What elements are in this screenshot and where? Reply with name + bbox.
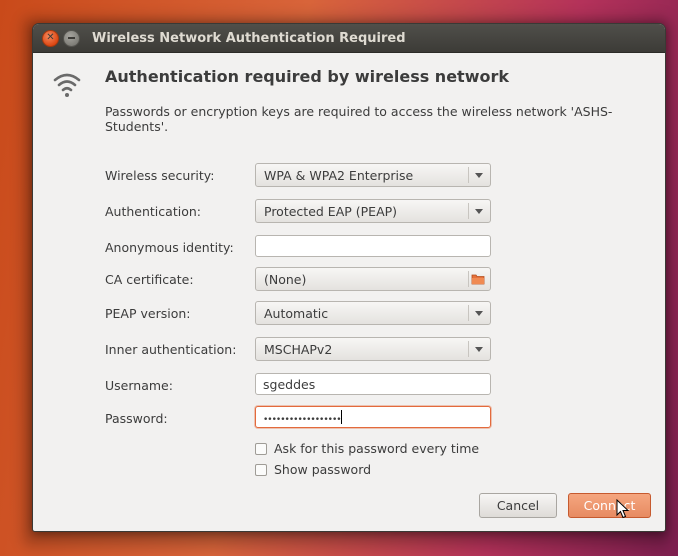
peap-version-dropdown[interactable]: Automatic [255,301,491,325]
username-row: Username: sgeddes [105,373,505,399]
inner-authentication-label: Inner authentication: [105,342,237,357]
inner-authentication-dropdown[interactable]: MSCHAPv2 [255,337,491,361]
chevron-down-icon [475,173,483,178]
password-row: Password: •••••••••••••••••• [105,406,505,432]
text-caret [340,410,342,424]
dropdown-separator [468,341,469,357]
ca-certificate-row: CA certificate: (None) [105,267,505,293]
anonymous-identity-label: Anonymous identity: [105,240,234,255]
chevron-down-icon [475,311,483,316]
anonymous-identity-row: Anonymous identity: [105,235,505,261]
minimize-icon [68,37,75,39]
wifi-icon [53,73,81,97]
ca-certificate-value: (None) [264,272,307,287]
wireless-security-row: Wireless security: WPA & WPA2 Enterprise [105,163,505,189]
password-dots: •••••••••••••••••• [263,415,342,425]
peap-version-row: PEAP version: Automatic [105,301,505,327]
wireless-security-label: Wireless security: [105,168,215,183]
chevron-down-icon [475,347,483,352]
chevron-down-icon [475,209,483,214]
minimize-window-button[interactable] [63,29,80,47]
inner-authentication-value: MSCHAPv2 [264,342,333,357]
password-value: •••••••••••••••••• [263,410,342,425]
ask-password-label: Ask for this password every time [274,441,480,456]
ask-password-checkbox[interactable] [255,443,267,455]
wireless-security-dropdown[interactable]: WPA & WPA2 Enterprise [255,163,491,187]
show-password-label: Show password [274,462,372,477]
username-value: sgeddes [263,377,316,392]
close-window-button[interactable]: ✕ [42,29,59,47]
inner-authentication-row: Inner authentication: MSCHAPv2 [105,337,505,363]
authentication-row: Authentication: Protected EAP (PEAP) [105,199,505,225]
connect-button[interactable]: Connect [568,493,651,518]
username-input[interactable]: sgeddes [255,373,491,395]
ca-certificate-chooser[interactable]: (None) [255,267,491,291]
dropdown-separator [468,167,469,183]
password-label: Password: [105,411,168,426]
wireless-security-value: WPA & WPA2 Enterprise [264,168,414,183]
mouse-pointer-icon [616,499,630,519]
dialog-description: Passwords or encryption keys are require… [105,104,613,134]
title-bar[interactable]: ✕ Wireless Network Authentication Requir… [33,24,665,53]
peap-version-value: Automatic [264,306,329,321]
authentication-label: Authentication: [105,204,201,219]
cancel-button[interactable]: Cancel [479,493,557,518]
dropdown-separator [468,305,469,321]
username-label: Username: [105,378,173,393]
authentication-value: Protected EAP (PEAP) [264,204,398,219]
window-title: Wireless Network Authentication Required [92,30,406,46]
password-input[interactable]: •••••••••••••••••• [255,406,491,428]
show-password-checkbox[interactable] [255,464,267,476]
authentication-dropdown[interactable]: Protected EAP (PEAP) [255,199,491,223]
close-icon: ✕ [46,32,55,43]
folder-icon [471,274,485,285]
auth-dialog: ✕ Wireless Network Authentication Requir… [32,23,666,532]
peap-version-label: PEAP version: [105,306,191,321]
chooser-separator [468,271,469,287]
anonymous-identity-input[interactable] [255,235,491,257]
dialog-heading: Authentication required by wireless netw… [105,67,509,86]
dropdown-separator [468,203,469,219]
ca-certificate-label: CA certificate: [105,272,194,287]
